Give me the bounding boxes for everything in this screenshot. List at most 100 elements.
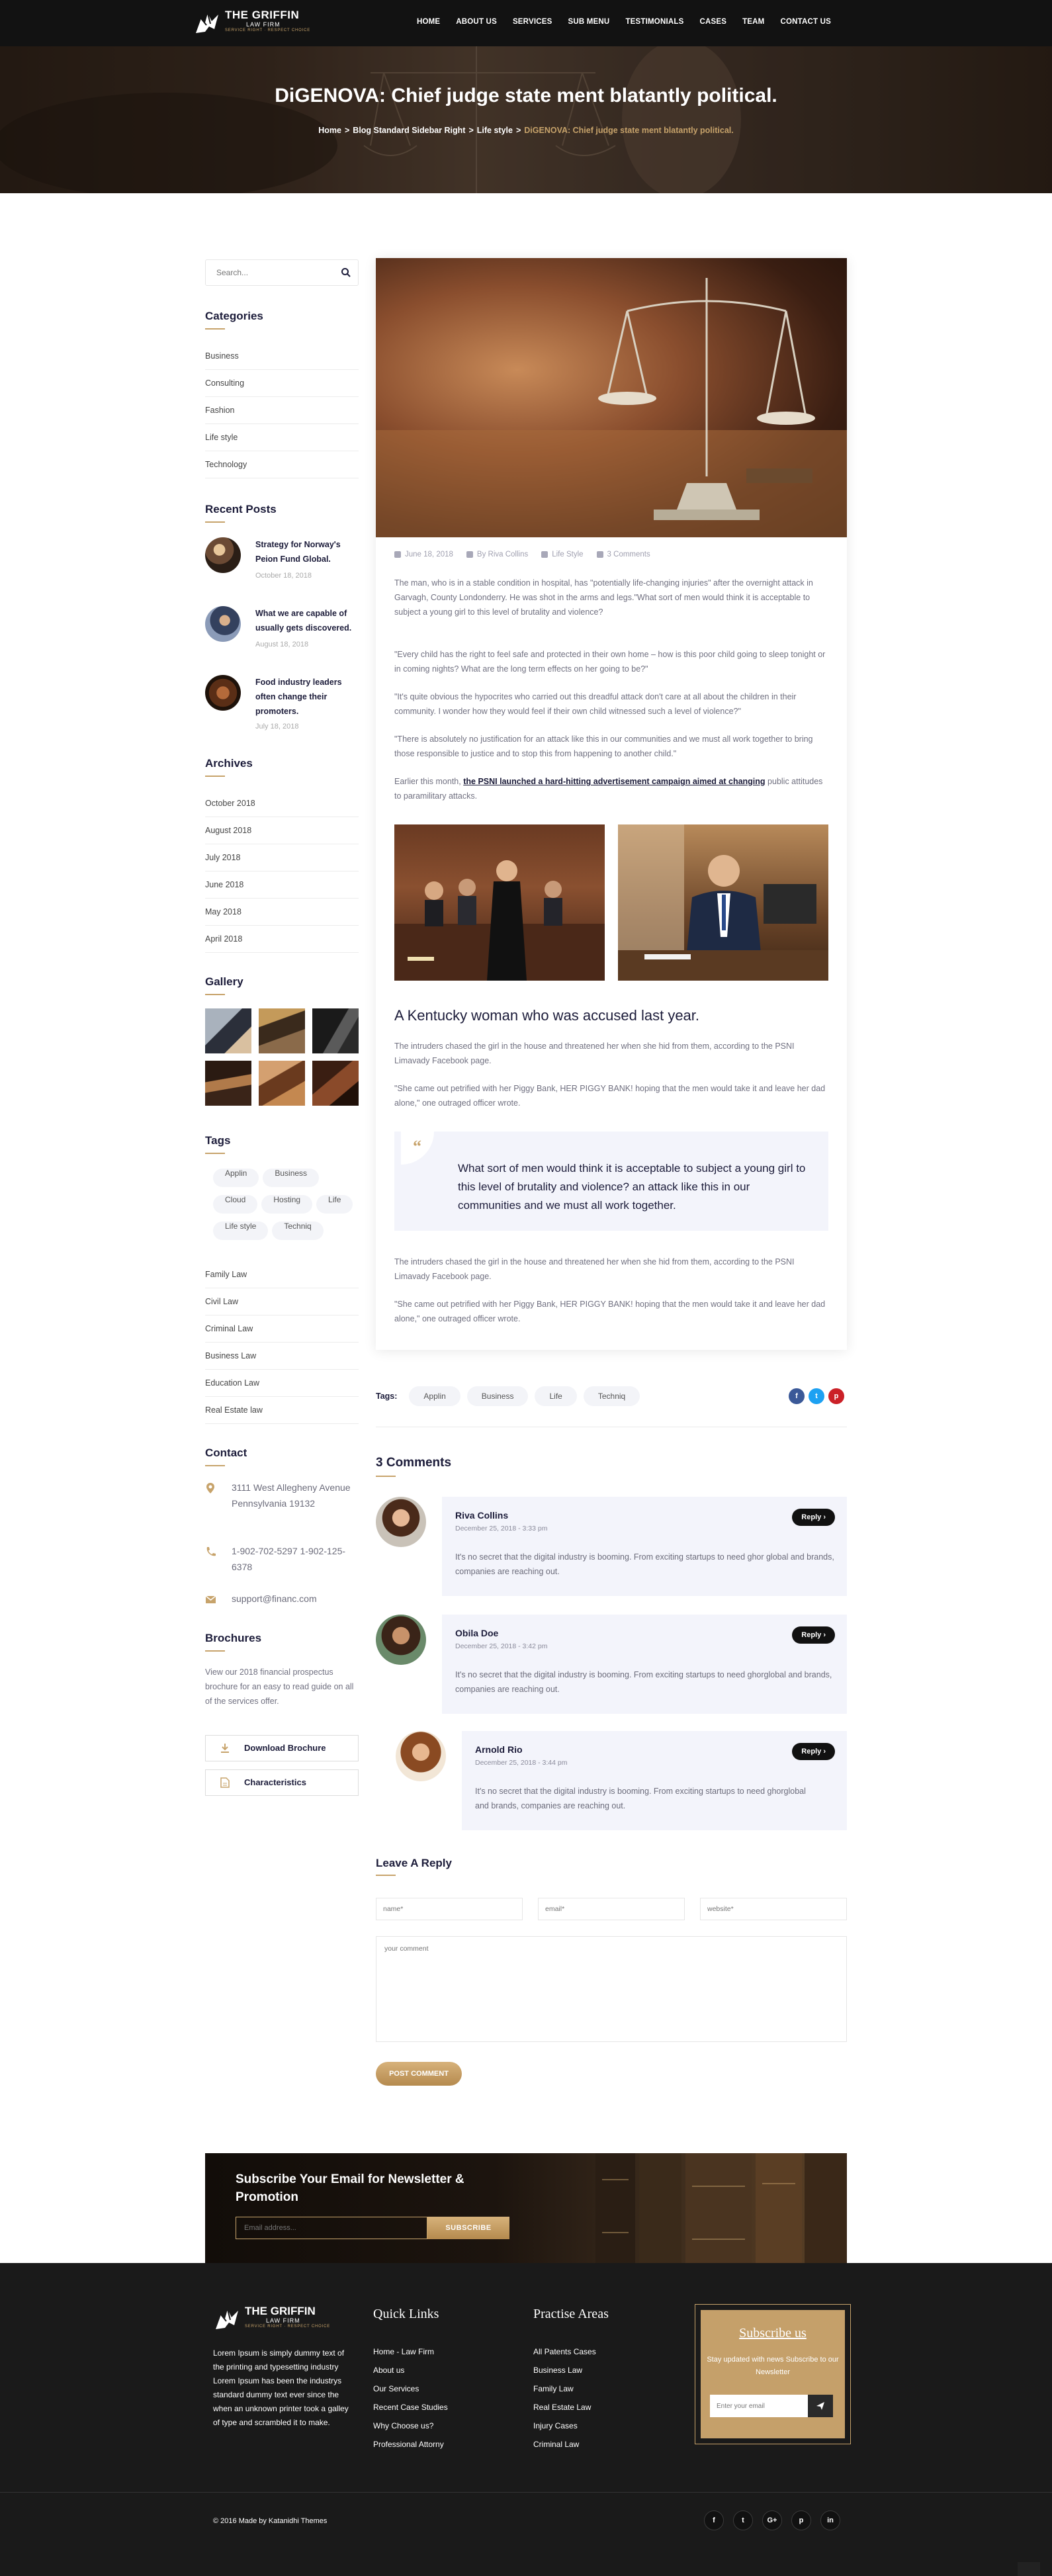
breadcrumb-blog[interactable]: Blog Standard Sidebar Right bbox=[353, 126, 465, 135]
post-author[interactable]: By Riva Collins bbox=[466, 551, 528, 558]
category-consulting[interactable]: Consulting bbox=[205, 370, 359, 397]
pinterest-share-icon[interactable]: p bbox=[828, 1388, 844, 1404]
recent-post-title[interactable]: What we are capable of usually gets disc… bbox=[255, 606, 359, 635]
nav-team[interactable]: TEAM bbox=[734, 18, 772, 26]
breadcrumb-home[interactable]: Home bbox=[318, 126, 341, 135]
gallery-image[interactable] bbox=[259, 1008, 305, 1053]
comment-item: Obila Doe December 25, 2018 - 3:42 pm Re… bbox=[376, 1615, 847, 1714]
post-comment-button[interactable]: POST COMMENT bbox=[376, 2062, 462, 2086]
characteristics-button[interactable]: Characteristics bbox=[205, 1769, 359, 1796]
footer-link[interactable]: All Patents Cases bbox=[533, 2342, 596, 2361]
post-tag-item[interactable]: Business bbox=[466, 1386, 529, 1406]
pinterest-icon[interactable]: p bbox=[791, 2510, 811, 2530]
email-field[interactable] bbox=[538, 1898, 685, 1920]
footer-link[interactable]: Injury Cases bbox=[533, 2417, 596, 2435]
footer-link[interactable]: Home - Law Firm bbox=[373, 2342, 448, 2361]
sidebar-search bbox=[205, 259, 359, 286]
twitter-share-icon[interactable]: t bbox=[809, 1388, 824, 1404]
search-input[interactable] bbox=[206, 260, 331, 285]
law-link[interactable]: Family Law bbox=[205, 1261, 359, 1288]
footer-link[interactable]: Family Law bbox=[533, 2379, 596, 2398]
tag-item[interactable]: Hosting bbox=[261, 1195, 313, 1214]
footer-link[interactable]: Criminal Law bbox=[533, 2435, 596, 2454]
law-link[interactable]: Business Law bbox=[205, 1343, 359, 1370]
law-link[interactable]: Education Law bbox=[205, 1370, 359, 1397]
facebook-icon[interactable]: f bbox=[704, 2510, 724, 2530]
twitter-icon[interactable]: t bbox=[733, 2510, 753, 2530]
category-business[interactable]: Business bbox=[205, 343, 359, 370]
category-fashion[interactable]: Fashion bbox=[205, 397, 359, 424]
breadcrumb-category[interactable]: Life style bbox=[477, 126, 513, 135]
post-category[interactable]: Life Style bbox=[541, 551, 584, 558]
tag-item[interactable]: Applin bbox=[213, 1169, 259, 1187]
recent-post[interactable]: What we are capable of usually gets disc… bbox=[205, 606, 359, 666]
footer-logo[interactable]: THE GRIFFIN LAW FIRM SERVICE RIGHT · RES… bbox=[213, 2304, 332, 2333]
name-field[interactable] bbox=[376, 1898, 523, 1920]
nav-home[interactable]: HOME bbox=[409, 18, 448, 26]
contact-phone-text[interactable]: 1-902-702-5297 1-902-125-6378 bbox=[232, 1543, 357, 1575]
recent-post[interactable]: Strategy for Norway's Peion Fund Global.… bbox=[205, 537, 359, 597]
archive-item[interactable]: June 2018 bbox=[205, 871, 359, 899]
site-logo[interactable]: THE GRIFFIN LAW FIRM SERVICE RIGHT · RES… bbox=[193, 8, 312, 37]
search-icon[interactable] bbox=[341, 267, 351, 278]
send-button[interactable] bbox=[808, 2395, 833, 2417]
linkedin-icon[interactable]: in bbox=[820, 2510, 840, 2530]
footer-link[interactable]: Recent Case Studies bbox=[373, 2398, 448, 2417]
gallery-image[interactable] bbox=[312, 1008, 359, 1053]
gallery-image[interactable] bbox=[312, 1061, 359, 1106]
comment-textarea[interactable] bbox=[376, 1936, 847, 2042]
tag-item[interactable]: Cloud bbox=[213, 1195, 258, 1214]
gallery-image[interactable] bbox=[205, 1008, 251, 1053]
footer-link[interactable]: Real Estate Law bbox=[533, 2398, 596, 2417]
footer-link[interactable]: Our Services bbox=[373, 2379, 448, 2398]
top-navigation-bar: THE GRIFFIN LAW FIRM SERVICE RIGHT · RES… bbox=[0, 0, 1052, 46]
tag-item[interactable]: Life style bbox=[213, 1221, 269, 1240]
archive-item[interactable]: July 2018 bbox=[205, 844, 359, 871]
recent-post[interactable]: Food industry leaders often change their… bbox=[205, 675, 359, 734]
archive-item[interactable]: April 2018 bbox=[205, 926, 359, 953]
post-tag-item[interactable]: Techniq bbox=[583, 1386, 640, 1406]
reply-button[interactable]: Reply › bbox=[792, 1509, 835, 1526]
archive-item[interactable]: October 2018 bbox=[205, 790, 359, 817]
contact-email-text[interactable]: support@financ.com bbox=[232, 1591, 357, 1607]
subscribe-button[interactable]: SUBSCRIBE bbox=[427, 2217, 509, 2239]
reply-button[interactable]: Reply › bbox=[792, 1626, 835, 1644]
download-brochure-button[interactable]: Download Brochure bbox=[205, 1735, 359, 1761]
nav-services[interactable]: SERVICES bbox=[505, 18, 560, 26]
tag-item[interactable]: Business bbox=[263, 1169, 320, 1187]
facebook-share-icon[interactable]: f bbox=[789, 1388, 805, 1404]
footer-link[interactable]: About us bbox=[373, 2361, 448, 2379]
comment-date: December 25, 2018 - 3:33 pm bbox=[455, 1525, 548, 1532]
nav-about-us[interactable]: ABOUT US bbox=[448, 18, 505, 26]
gallery-image[interactable] bbox=[259, 1061, 305, 1106]
newsletter-email-input[interactable] bbox=[236, 2217, 427, 2239]
post-comments-count[interactable]: 3 Comments bbox=[596, 551, 650, 558]
footer-link[interactable]: Business Law bbox=[533, 2361, 596, 2379]
back-to-top-button[interactable] bbox=[1018, 2562, 1040, 2576]
law-link[interactable]: Real Estate law bbox=[205, 1397, 359, 1424]
archive-item[interactable]: August 2018 bbox=[205, 817, 359, 844]
footer-link[interactable]: Professional Attorny bbox=[373, 2435, 448, 2454]
website-field[interactable] bbox=[700, 1898, 847, 1920]
reply-button[interactable]: Reply › bbox=[792, 1743, 835, 1760]
post-tag-item[interactable]: Life bbox=[535, 1386, 577, 1406]
tag-item[interactable]: Life bbox=[316, 1195, 353, 1214]
recent-post-title[interactable]: Food industry leaders often change their… bbox=[255, 675, 359, 719]
recent-post-title[interactable]: Strategy for Norway's Peion Fund Global. bbox=[255, 537, 359, 566]
category-technology[interactable]: Technology bbox=[205, 451, 359, 478]
archive-item[interactable]: May 2018 bbox=[205, 899, 359, 926]
gallery-image[interactable] bbox=[205, 1061, 251, 1106]
footer-link[interactable]: Why Choose us? bbox=[373, 2417, 448, 2435]
nav-contact-us[interactable]: CONTACT US bbox=[772, 18, 839, 26]
campaign-link[interactable]: the PSNI launched a hard-hitting adverti… bbox=[463, 777, 765, 786]
post-tag-item[interactable]: Applin bbox=[409, 1386, 460, 1406]
google-plus-icon[interactable]: G+ bbox=[762, 2510, 782, 2530]
nav-sub-menu[interactable]: SUB MENU bbox=[560, 18, 618, 26]
nav-testimonials[interactable]: TESTIMONIALS bbox=[617, 18, 691, 26]
tag-item[interactable]: Techniq bbox=[272, 1221, 324, 1240]
law-link[interactable]: Civil Law bbox=[205, 1288, 359, 1315]
nav-cases[interactable]: CASES bbox=[691, 18, 734, 26]
law-link[interactable]: Criminal Law bbox=[205, 1315, 359, 1343]
category-life-style[interactable]: Life style bbox=[205, 424, 359, 451]
footer-email-input[interactable] bbox=[710, 2395, 808, 2417]
